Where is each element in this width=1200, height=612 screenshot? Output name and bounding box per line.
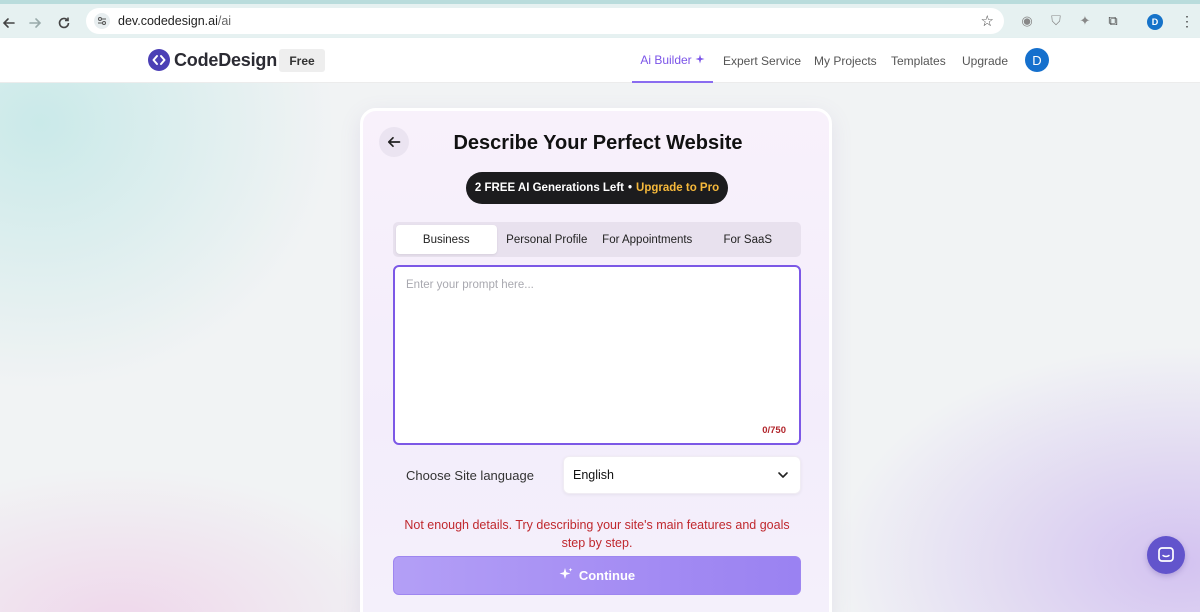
url-text: dev.codedesign.ai/ai (118, 14, 232, 28)
sparkle-icon (695, 53, 705, 67)
site-language-select[interactable]: English (563, 456, 801, 494)
nav-ai-builder[interactable]: Ai Builder (632, 38, 713, 83)
tab-personal-profile[interactable]: Personal Profile (497, 225, 598, 254)
browser-toolbar: dev.codedesign.ai/ai ☆ ◉ ⛉ ✦ ⧉ D ⋮ (0, 0, 1200, 38)
camera-extension-icon[interactable]: ◉ (1018, 12, 1036, 30)
separator-dot: • (628, 182, 633, 194)
sparkle-icon (559, 567, 573, 584)
address-bar[interactable]: dev.codedesign.ai/ai ☆ (86, 8, 1004, 34)
prompt-input[interactable] (395, 267, 799, 443)
tab-business[interactable]: Business (396, 225, 497, 254)
nav-templates[interactable]: Templates (891, 38, 946, 83)
selected-language: English (573, 468, 614, 482)
plan-badge[interactable]: Free (279, 49, 325, 72)
puzzle-piece-extension-icon[interactable]: ✦ (1076, 12, 1094, 30)
back-arrow-icon[interactable] (0, 10, 22, 36)
upgrade-to-pro-link[interactable]: Upgrade to Pro (636, 182, 719, 194)
generations-left-badge: 2 FREE AI Generations Left • Upgrade to … (466, 172, 728, 204)
prompt-field-container: 0/750 (393, 265, 801, 445)
user-avatar[interactable]: D (1025, 48, 1049, 72)
brand-logo[interactable]: CodeDesign (148, 49, 277, 71)
bookmark-star-icon[interactable]: ☆ (981, 12, 994, 30)
brand-name: CodeDesign (174, 49, 278, 70)
app-header: CodeDesign Free Ai Builder Expert Servic… (0, 38, 1200, 83)
category-tabs: Business Personal Profile For Appointmen… (393, 222, 801, 257)
browser-menu-icon[interactable]: ⋮ (1180, 12, 1194, 30)
browser-profile-avatar[interactable]: D (1147, 14, 1163, 30)
page-title: Describe Your Perfect Website (453, 132, 743, 154)
tab-for-saas[interactable]: For SaaS (698, 225, 799, 254)
tab-for-appointments[interactable]: For Appointments (597, 225, 698, 254)
chevron-down-icon (778, 472, 788, 478)
continue-label: Continue (578, 568, 636, 583)
character-count: 0/750 (762, 425, 786, 436)
extensions-icon[interactable]: ⧉ (1104, 12, 1122, 30)
chat-bubble-icon (1158, 547, 1174, 562)
generations-text: 2 FREE AI Generations Left (474, 182, 624, 194)
codedesign-logo-icon (148, 49, 170, 71)
nav-my-projects[interactable]: My Projects (814, 38, 877, 83)
site-language-label: Choose Site language (406, 468, 534, 483)
continue-button[interactable]: Continue (393, 556, 801, 595)
forward-arrow-icon[interactable] (22, 10, 48, 36)
nav-expert-service[interactable]: Expert Service (723, 38, 801, 83)
site-info-icon[interactable] (94, 13, 110, 29)
nav-upgrade[interactable]: Upgrade (962, 38, 1008, 83)
validation-error-message: Not enough details. Try describing your … (404, 518, 790, 550)
reload-icon[interactable] (51, 10, 77, 36)
support-chat-button[interactable] (1147, 536, 1185, 574)
shield-extension-icon[interactable]: ⛉ (1047, 12, 1065, 30)
prompt-card: Describe Your Perfect Website 2 FREE AI … (360, 108, 832, 612)
